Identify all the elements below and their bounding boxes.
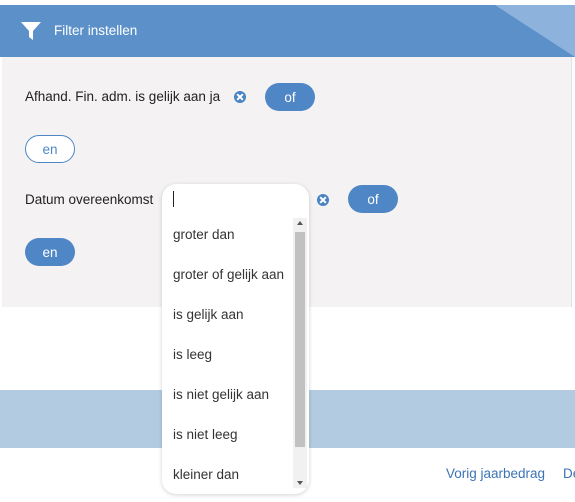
panel-divider (571, 57, 572, 307)
dropdown-option[interactable]: groter dan (173, 227, 235, 242)
text-cursor (173, 191, 174, 207)
condition-text: Afhand. Fin. adm. is gelijk aan ja (25, 89, 221, 104)
dropdown-option[interactable]: is gelijk aan (173, 307, 244, 322)
dropdown-option[interactable]: is niet leeg (173, 427, 238, 442)
scroll-down-arrow-icon[interactable] (297, 481, 303, 485)
operator-search-input[interactable] (162, 184, 309, 218)
dropdown-option[interactable]: groter of gelijk aan (173, 267, 284, 282)
condition-field-label: Datum overeenkomst (25, 192, 154, 207)
operator-dropdown[interactable]: groter dan groter of gelijk aan is gelij… (162, 184, 309, 494)
and-button[interactable]: en (25, 238, 75, 266)
filter-header: Filter instellen (0, 5, 575, 57)
or-button[interactable]: of (348, 185, 398, 213)
scroll-up-arrow-icon[interactable] (297, 221, 303, 225)
dropdown-scrollbar[interactable] (293, 218, 307, 488)
and-button[interactable]: en (25, 135, 75, 163)
footer-link-truncated[interactable]: De (563, 466, 575, 481)
previous-year-amount-link[interactable]: Vorig jaarbedrag (446, 466, 545, 481)
clear-icon[interactable] (317, 194, 329, 206)
dropdown-option[interactable]: is niet gelijk aan (173, 387, 269, 402)
dropdown-option[interactable]: kleiner dan (173, 467, 239, 482)
scrollbar-thumb[interactable] (295, 232, 305, 447)
header-title: Filter instellen (54, 23, 138, 38)
funnel-icon (21, 22, 41, 40)
header-corner-decoration (495, 5, 575, 57)
or-button[interactable]: of (265, 83, 315, 111)
clear-icon[interactable] (234, 91, 246, 103)
dropdown-option[interactable]: is leeg (173, 347, 212, 362)
